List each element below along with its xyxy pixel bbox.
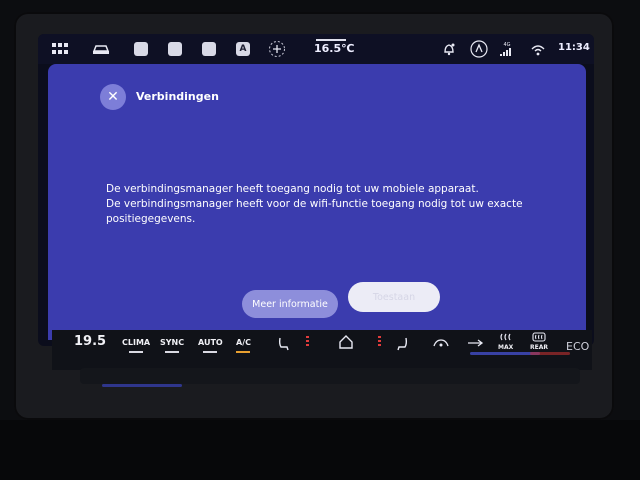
clima-button[interactable]: CLIMA [122, 338, 150, 353]
shortcut-seat-icon[interactable] [168, 40, 182, 58]
ac-label: A/C [236, 338, 251, 347]
defrost-icon [500, 333, 511, 341]
clock: 11:34 [558, 42, 590, 53]
shortcut-media-icon[interactable] [134, 40, 148, 58]
eco-button[interactable]: ECO [566, 340, 589, 353]
temperature-slider-track[interactable] [80, 368, 580, 384]
ac-button[interactable]: A/C [236, 338, 251, 353]
close-dialog-button[interactable]: ✕ [100, 84, 126, 110]
seat-heating-right-icon[interactable] [396, 336, 410, 354]
car-icon[interactable] [92, 40, 110, 58]
dialog-message-line-1: De verbindingsmanager heeft toegang nodi… [106, 183, 479, 195]
notification-bell-icon[interactable] [442, 40, 456, 58]
climate-bar: 19.5 CLIMA SYNC AUTO A/C MAX REAR ECO [52, 330, 592, 370]
seat-heat-level-indicator [306, 336, 309, 338]
seat-heat-level-indicator [306, 344, 309, 346]
rear-defrost-button[interactable]: REAR [530, 332, 548, 351]
dashboard-lower-area [0, 420, 640, 480]
ambient-light-strip [102, 384, 182, 387]
dialog-title: Verbindingen [136, 90, 219, 103]
home-icon[interactable] [338, 334, 354, 352]
connectivity-status-icon[interactable] [530, 40, 546, 58]
seat-heat-level-indicator [378, 344, 381, 346]
dialog-message-line-2: De verbindingsmanager heeft voor de wifi… [106, 198, 523, 225]
seat-heating-left-icon[interactable] [276, 336, 290, 354]
apps-grid-icon[interactable] [52, 40, 68, 58]
seat-heat-level-indicator [378, 340, 381, 342]
max-label: MAX [498, 344, 514, 351]
auto-label: AUTO [198, 338, 223, 347]
add-shortcut-icon[interactable] [268, 40, 286, 58]
shortcut-assist-icon[interactable]: A [236, 40, 250, 58]
ambient-light-strip [530, 352, 570, 355]
sync-button[interactable]: SYNC [160, 338, 184, 353]
shortcut-phone-icon[interactable] [202, 40, 216, 58]
dialog-message: De verbindingsmanager heeft toegang nodi… [106, 182, 526, 227]
seat-heat-level-indicator [306, 340, 309, 342]
close-icon: ✕ [107, 89, 119, 105]
auto-button[interactable]: AUTO [198, 338, 223, 353]
max-defrost-button[interactable]: MAX [498, 332, 513, 351]
rear-label: REAR [530, 344, 548, 351]
top-status-bar: A 16.5℃ 4G 11:34 [38, 34, 594, 64]
clima-label: CLIMA [122, 338, 151, 347]
outside-temperature: 16.5℃ [314, 42, 355, 55]
profile-icon[interactable] [470, 40, 488, 58]
air-recirculation-icon[interactable] [432, 338, 450, 350]
allow-button[interactable]: Toestaan [348, 282, 440, 312]
more-info-button[interactable]: Meer informatie [242, 290, 338, 318]
signal-strength-icon: 4G [500, 40, 514, 58]
seat-heat-level-indicator [378, 336, 381, 338]
temperature-indicator-bar [316, 39, 346, 41]
rear-defrost-icon [532, 332, 546, 342]
connections-dialog: ✕ Verbindingen De verbindingsmanager hee… [48, 64, 586, 340]
sync-label: SYNC [160, 338, 185, 347]
driver-temperature[interactable]: 19.5 [74, 334, 106, 349]
fan-direction-icon[interactable] [466, 338, 484, 350]
infotainment-screen: A 16.5℃ 4G 11:34 ✕ Verbindingen De verbi… [38, 34, 594, 346]
